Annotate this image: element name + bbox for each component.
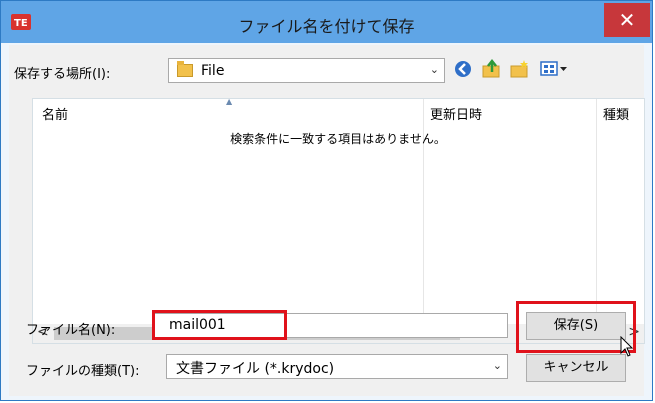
column-name[interactable]: 名前 (42, 104, 68, 123)
filetype-select[interactable]: 文書ファイル (*.krydoc) ⌄ (166, 354, 508, 379)
empty-message: 検索条件に一致する項目はありません。 (230, 132, 446, 146)
mouse-cursor-icon (620, 336, 634, 357)
cancel-button[interactable]: キャンセル (526, 354, 626, 382)
dialog-title: ファイル名を付けて保存 (238, 17, 415, 36)
location-dropdown[interactable]: File ⌄ (168, 58, 445, 83)
up-folder-icon[interactable] (481, 58, 503, 80)
save-as-dialog: TE ファイル名を付けて保存 ✕ 保存する場所(I): File ⌄ ▲ 名前 … (0, 0, 653, 401)
filetype-value: 文書ファイル (*.krydoc) (176, 361, 335, 377)
close-icon: ✕ (618, 8, 636, 32)
column-modified[interactable]: 更新日時 (430, 104, 482, 123)
location-label: 保存する場所(I): (14, 67, 111, 82)
folder-icon (177, 61, 193, 77)
sort-arrow-icon: ▲ (226, 97, 233, 106)
location-value: File (201, 63, 225, 79)
close-button[interactable]: ✕ (604, 3, 650, 37)
chevron-down-icon: ⌄ (429, 63, 439, 76)
filename-label: ファイル名(N): (26, 323, 116, 338)
dropdown-icon: ⌄ (492, 359, 502, 372)
back-icon[interactable] (452, 58, 474, 80)
filetype-label: ファイルの種類(T): (26, 364, 140, 379)
dialog-body: 保存する場所(I): File ⌄ ▲ 名前 更新日時 種類 検索条件に一致する… (9, 45, 645, 396)
column-type[interactable]: 種類 (603, 104, 629, 123)
title-bar[interactable]: TE ファイル名を付けて保存 ✕ (1, 1, 652, 43)
view-menu-icon[interactable] (538, 58, 574, 80)
new-folder-icon[interactable] (509, 58, 531, 80)
filename-highlight (152, 310, 287, 340)
save-highlight (516, 301, 636, 353)
